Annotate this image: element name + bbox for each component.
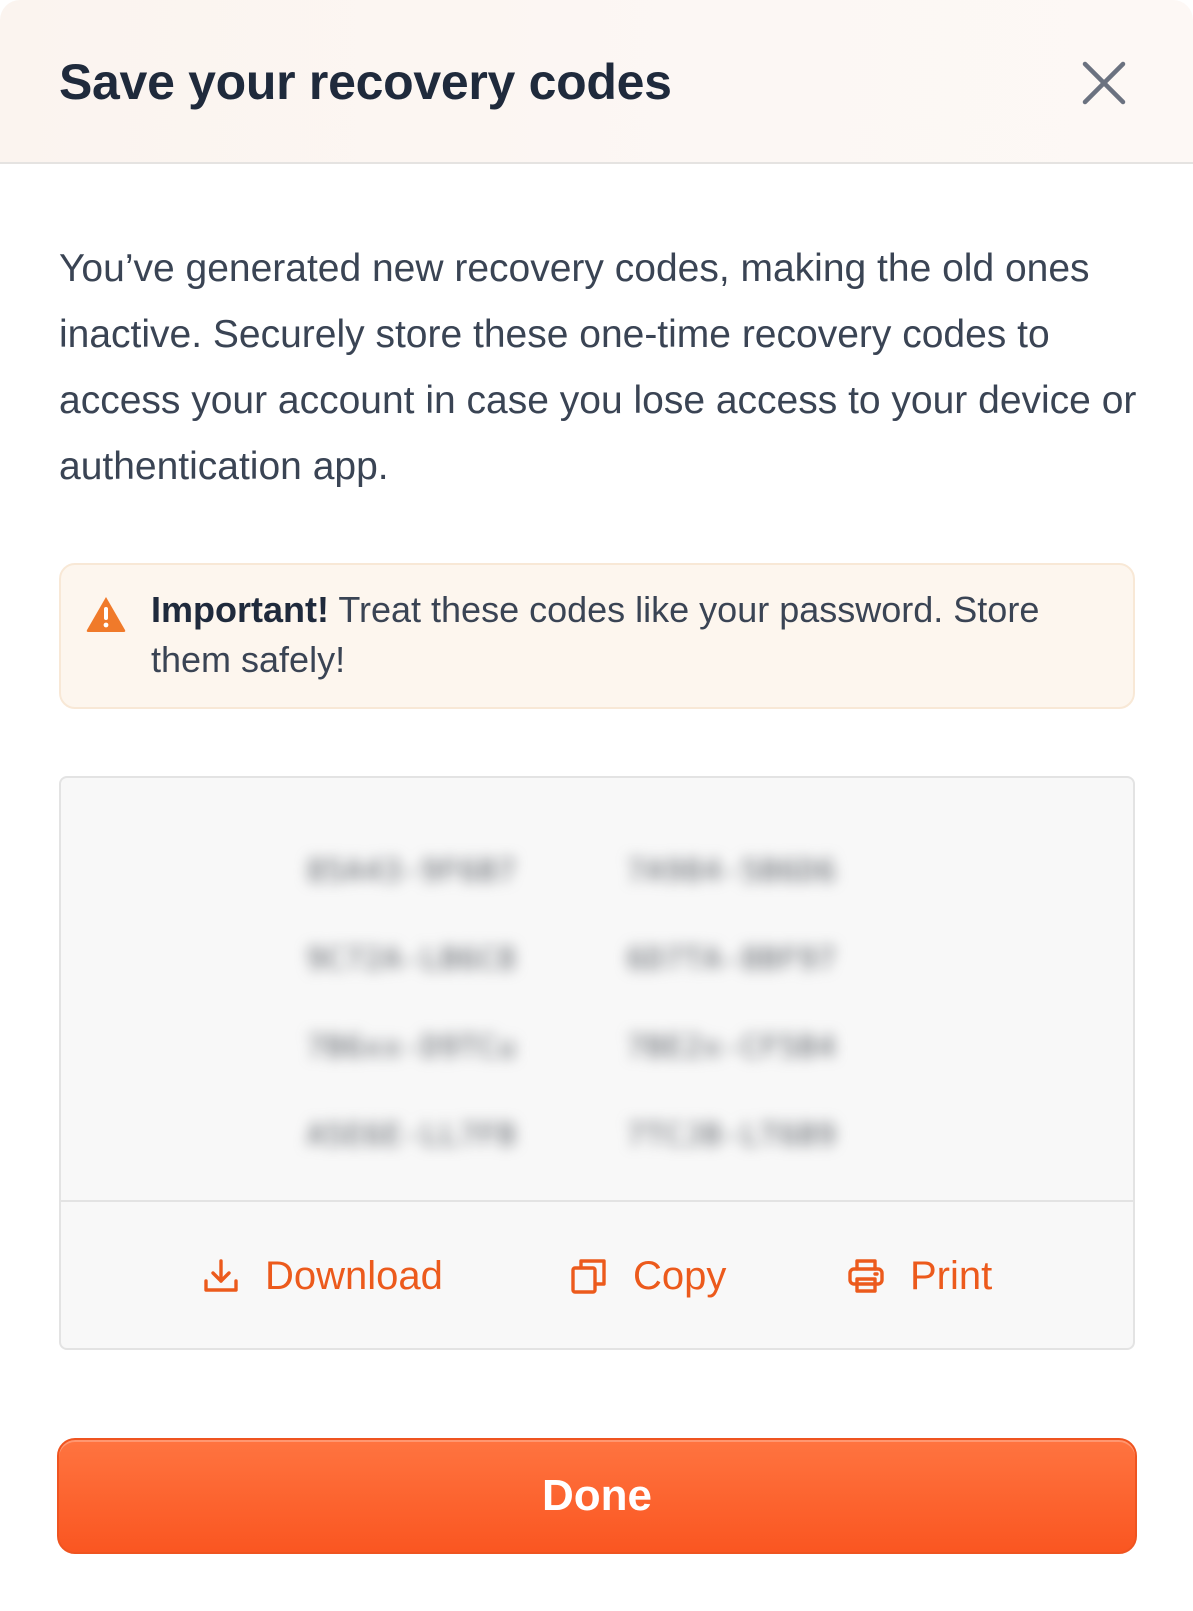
- recovery-codes-modal: Save your recovery codes You’ve generate…: [0, 0, 1193, 1611]
- copy-button[interactable]: Copy: [569, 1252, 726, 1300]
- print-label: Print: [910, 1254, 993, 1298]
- printer-icon: [848, 1259, 884, 1293]
- recovery-codes-grid: 85A43-9F6B7 7A984-5B6D6 9C72A-LB6C8 6D7T…: [307, 852, 907, 1156]
- warning-triangle-icon: [86, 597, 126, 632]
- recovery-code: A5E6E-LL7FB: [307, 1118, 517, 1153]
- close-icon: [1082, 61, 1126, 105]
- copy-icon: [571, 1259, 606, 1294]
- download-button[interactable]: Download: [201, 1252, 443, 1300]
- download-label: Download: [265, 1254, 443, 1298]
- modal-description: You’ve generated new recovery codes, mak…: [59, 247, 1137, 488]
- modal-header: Save your recovery codes: [0, 0, 1193, 164]
- print-button[interactable]: Print: [846, 1252, 992, 1300]
- close-button[interactable]: [1079, 58, 1129, 108]
- alert-text: Important! Treat these codes like your p…: [151, 585, 1111, 685]
- codes-actions-bar: Download Copy Print: [61, 1200, 1133, 1348]
- recovery-code: 7A984-5B6D6: [627, 854, 837, 889]
- important-alert: Important! Treat these codes like your p…: [59, 563, 1135, 709]
- recovery-code: 7TCJB-LT6B9: [627, 1118, 837, 1153]
- recovery-code: 9C72A-LB6C8: [307, 942, 517, 977]
- recovery-code: 7BE2x-CF5B4: [627, 1030, 837, 1065]
- alert-strong-text: Important!: [151, 589, 329, 630]
- recovery-code: 6D7TA-8BF97: [627, 942, 837, 977]
- recovery-codes-box: 85A43-9F6B7 7A984-5B6D6 9C72A-LB6C8 6D7T…: [59, 776, 1135, 1350]
- recovery-code: 7B6xx-D9TCu: [307, 1030, 517, 1065]
- download-icon: [204, 1259, 238, 1292]
- done-button[interactable]: Done: [57, 1438, 1137, 1554]
- recovery-code: 85A43-9F6B7: [307, 854, 517, 889]
- copy-label: Copy: [633, 1254, 727, 1298]
- modal-title: Save your recovery codes: [59, 54, 672, 110]
